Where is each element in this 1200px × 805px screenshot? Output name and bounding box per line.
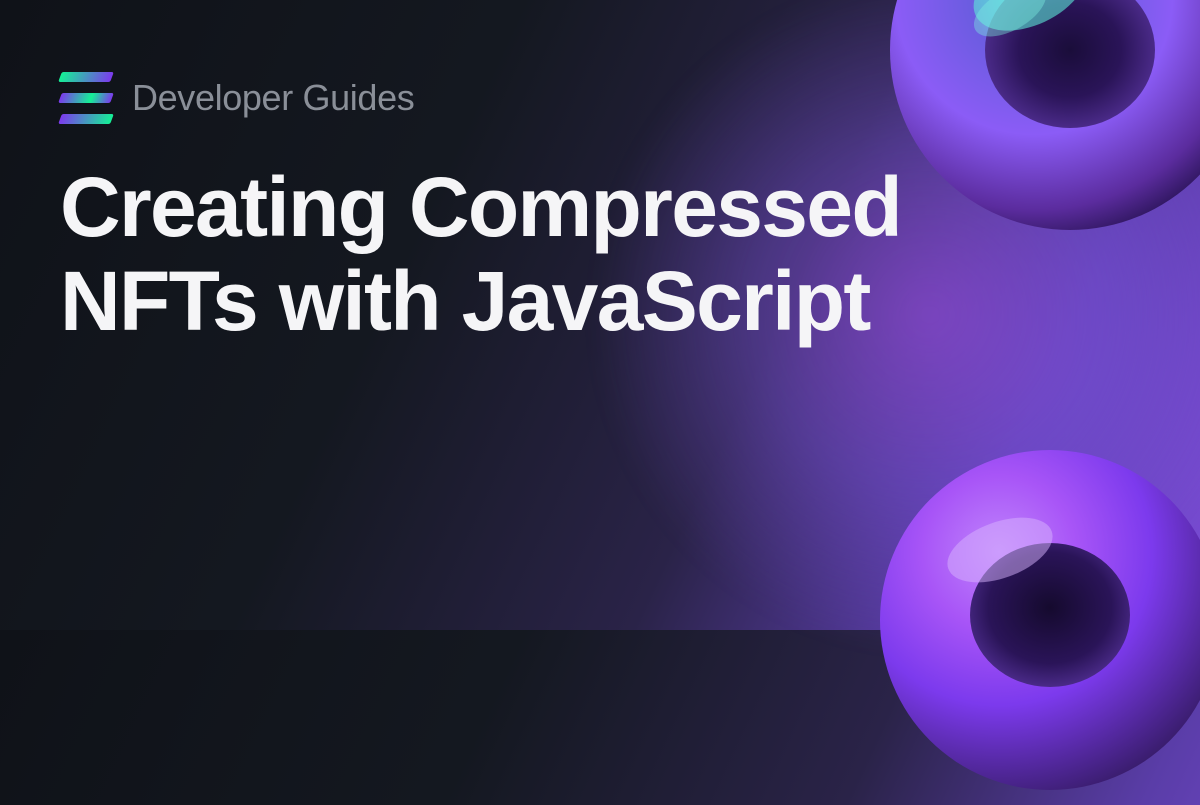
subtitle: Developer Guides	[132, 77, 414, 119]
decorative-torus-bottom	[870, 440, 1200, 800]
logo-bar	[58, 114, 114, 124]
solana-logo-icon	[60, 72, 112, 124]
logo-bar	[58, 93, 114, 103]
header: Developer Guides	[60, 72, 1140, 124]
page-title: Creating Compressed NFTs with JavaScript	[60, 160, 1060, 348]
logo-bar	[58, 72, 114, 82]
content-container: Developer Guides Creating Compressed NFT…	[0, 0, 1200, 420]
